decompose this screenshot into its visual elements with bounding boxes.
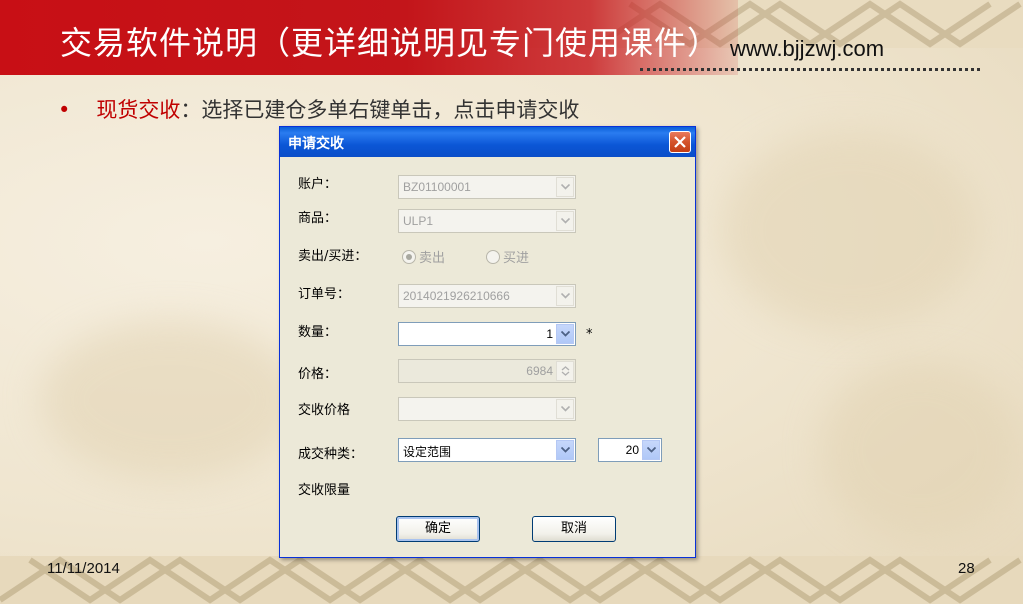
bottom-decorative-band [0, 556, 1023, 604]
price-spinner[interactable]: 6984 [398, 359, 576, 383]
dropdown-arrow-button[interactable] [556, 440, 574, 460]
product-select[interactable]: ULP1 [398, 209, 576, 233]
radio-unselected-icon [486, 250, 500, 264]
cancel-button[interactable]: 取消 [532, 516, 616, 542]
apply-delivery-dialog: 申请交收 账户： BZ01100001 商品： ULP1 卖出/买进： 卖出 买… [279, 126, 696, 558]
dropdown-arrow-button[interactable] [556, 286, 574, 306]
direction-label: 卖出/买进： [298, 249, 368, 264]
ok-button[interactable]: 确定 [396, 516, 480, 542]
background-texture [40, 320, 300, 480]
delivery-limit-label: 交收限量 [298, 483, 351, 498]
radio-selected-icon [402, 250, 416, 264]
dialog-title: 申请交收 [288, 136, 344, 152]
spinner-updown-icon [561, 366, 570, 376]
bullet-text: ：选择已建仓多单右键单击，点击申请交收 [180, 98, 580, 122]
quantity-label: 数量： [298, 325, 338, 340]
dialog-titlebar[interactable]: 申请交收 [280, 127, 695, 157]
account-value: BZ01100001 [403, 180, 471, 194]
account-select[interactable]: BZ01100001 [398, 175, 576, 199]
sell-radio[interactable]: 卖出 [402, 247, 445, 266]
chevron-down-icon [561, 218, 570, 224]
delivery-price-select[interactable] [398, 397, 576, 421]
chevron-down-icon [561, 406, 570, 412]
buy-radio[interactable]: 买进 [486, 247, 529, 266]
page-title: 交易软件说明（更详细说明见专门使用课件） [60, 24, 721, 62]
chevron-down-icon [561, 331, 570, 337]
delivery-price-label: 交收价格 [298, 403, 351, 418]
page-number: 28 [958, 560, 975, 577]
chevron-down-icon [561, 184, 570, 190]
price-value: 6984 [526, 364, 553, 378]
close-button[interactable] [669, 131, 691, 153]
deal-type-label: 成交种类： [298, 447, 364, 462]
order-number-value: 2014021926210666 [403, 289, 510, 303]
spinner-button[interactable] [556, 361, 574, 381]
product-value: ULP1 [403, 214, 434, 228]
order-number-label: 订单号： [298, 287, 351, 302]
close-icon [674, 136, 686, 148]
chevron-down-icon [561, 293, 570, 299]
chevron-down-icon [561, 447, 570, 453]
quantity-select[interactable]: 1 [398, 322, 576, 346]
dropdown-arrow-button[interactable] [556, 211, 574, 231]
buy-radio-label: 买进 [503, 251, 530, 266]
dropdown-arrow-button[interactable] [556, 399, 574, 419]
chevron-down-icon [647, 447, 656, 453]
deal-type-value: 设定范围 [403, 445, 452, 459]
footer-date: 11/11/2014 [47, 560, 120, 577]
quantity-value: 1 [546, 327, 553, 341]
price-label: 价格： [298, 367, 338, 382]
required-marker: * [586, 327, 593, 342]
account-label: 账户： [298, 177, 338, 192]
bullet-marker: • [58, 98, 71, 122]
dropdown-arrow-button[interactable] [642, 440, 660, 460]
product-label: 商品： [298, 211, 338, 226]
website-url: www.bjjzwj.com [730, 36, 885, 61]
deal-type-select[interactable]: 设定范围 [398, 438, 576, 462]
dropdown-arrow-button[interactable] [556, 177, 574, 197]
bullet-keyword: 现货交收 [96, 98, 181, 122]
range-value: 20 [625, 443, 639, 457]
dropdown-arrow-button[interactable] [556, 324, 574, 344]
background-texture [720, 130, 980, 330]
bullet-item: • 现货交收：选择已建仓多单右键单击，点击申请交收 [58, 94, 579, 124]
dotted-divider [640, 68, 980, 71]
order-number-select[interactable]: 2014021926210666 [398, 284, 576, 308]
sell-radio-label: 卖出 [419, 251, 446, 266]
range-select[interactable]: 20 [598, 438, 662, 462]
background-plum-branch [820, 360, 1020, 540]
